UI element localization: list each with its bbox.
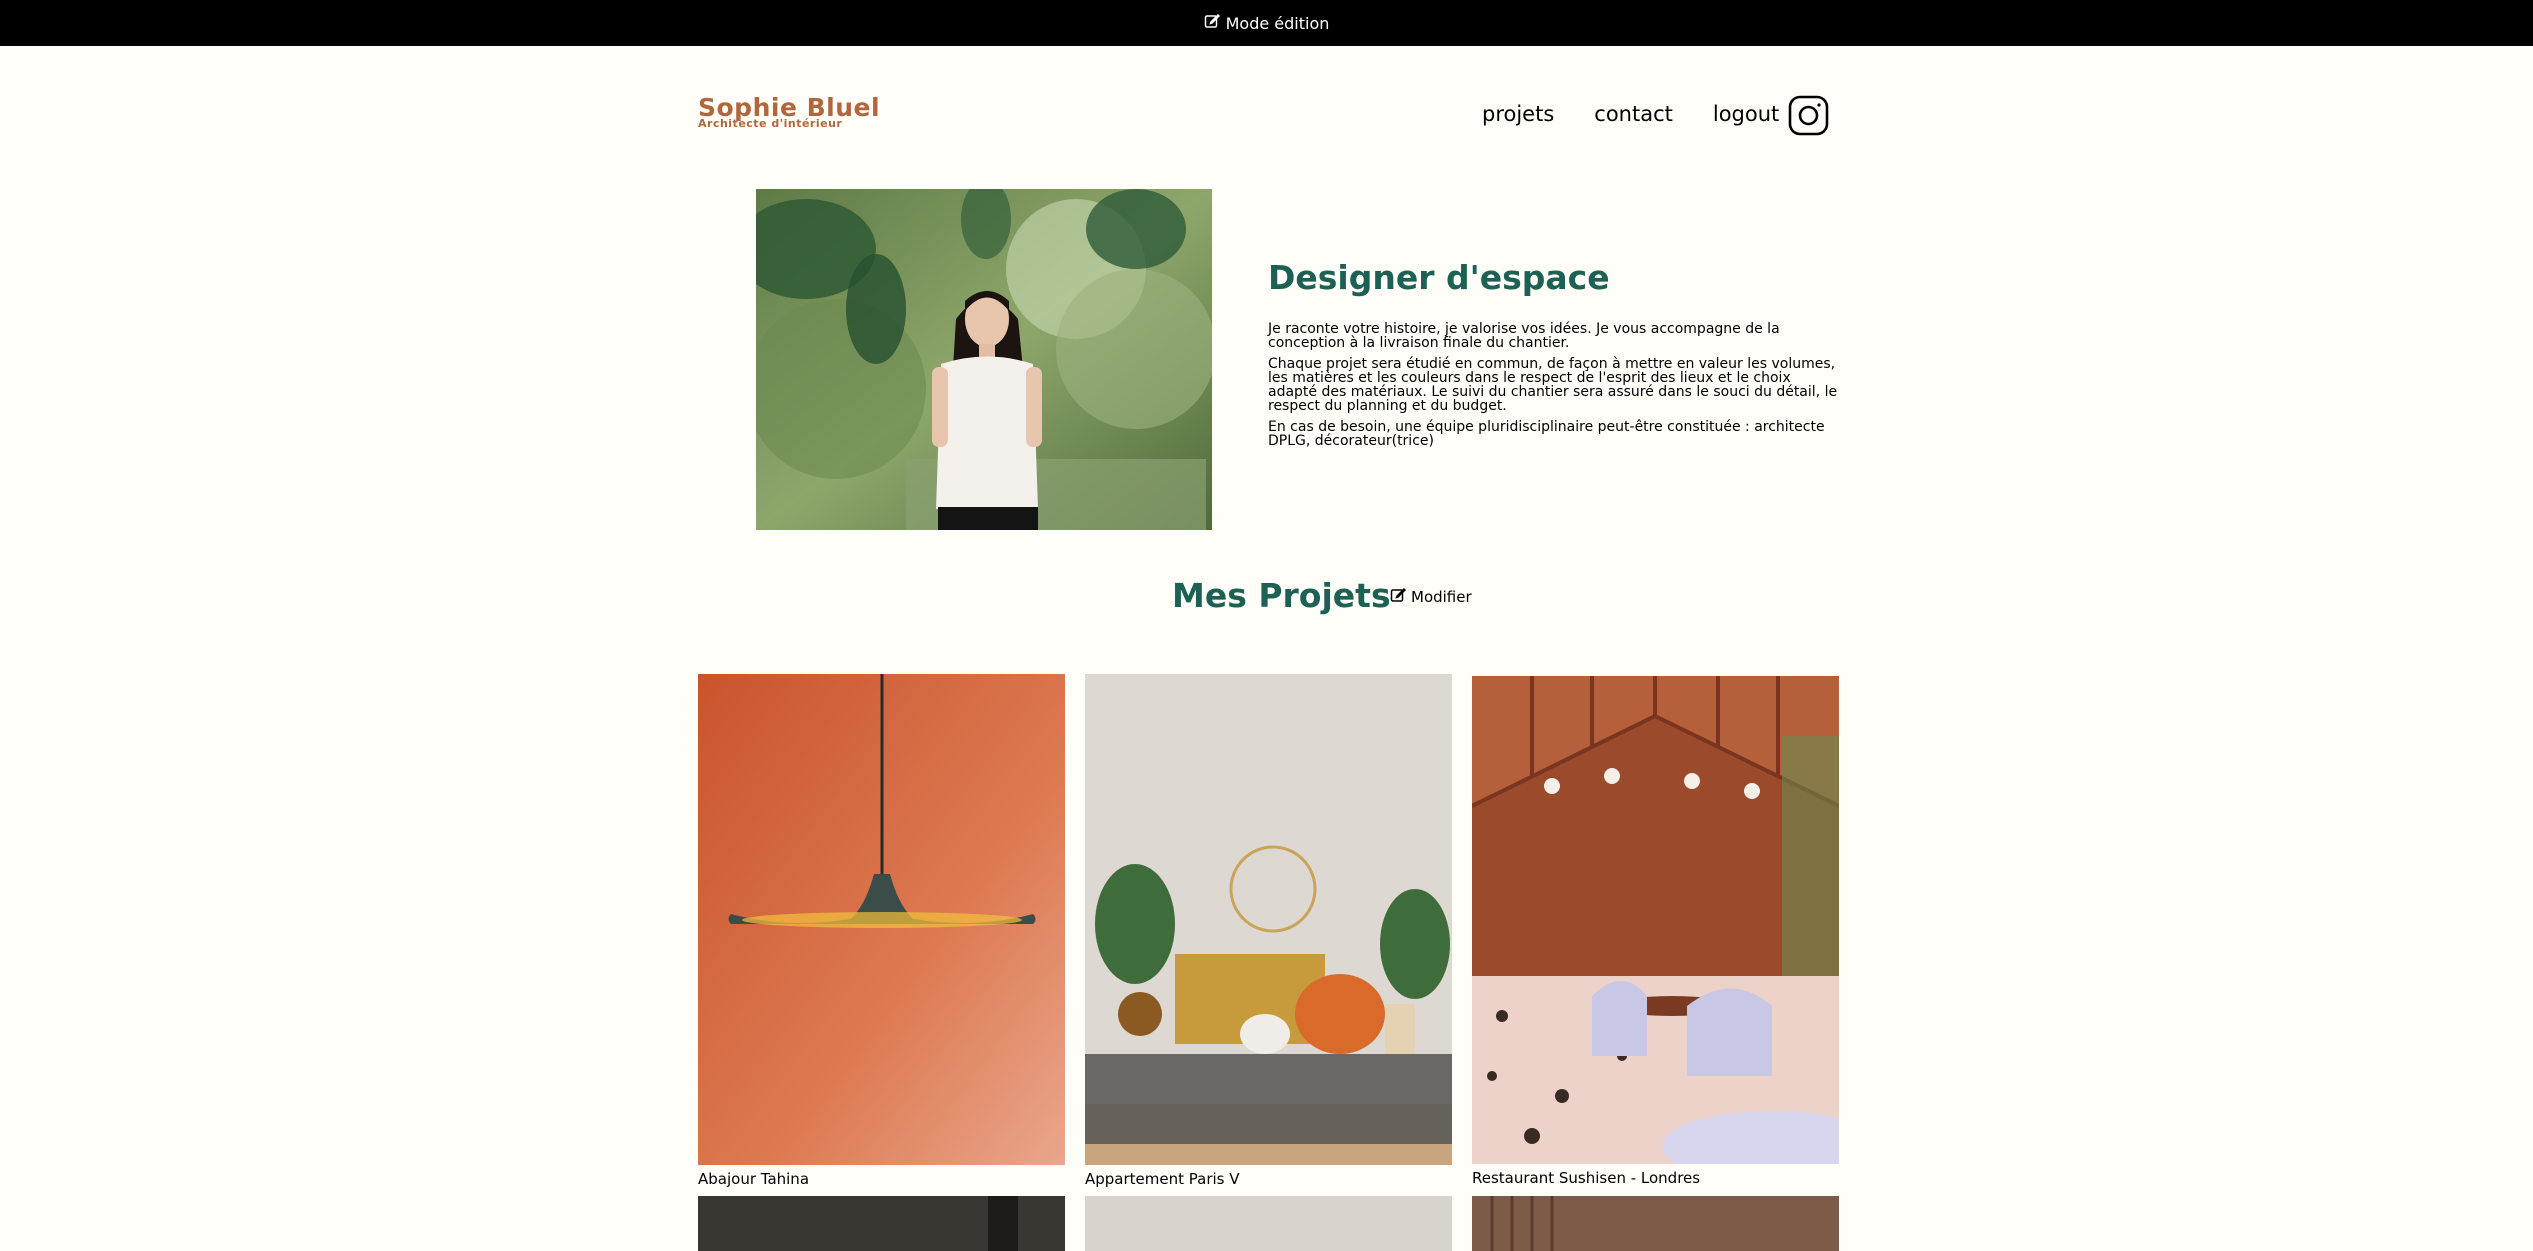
intro-text: Je raconte votre histoire, je valorise v… (1268, 322, 1840, 455)
main-nav: projets contact logout (1482, 102, 1779, 126)
project-image (698, 674, 1065, 1165)
project-caption: Restaurant Sushisen - Londres (1472, 1169, 1701, 1187)
project-caption: Abajour Tahina (698, 1170, 810, 1188)
modify-button[interactable]: Modifier (1390, 587, 1472, 607)
projects-title: Mes Projets (1172, 576, 1391, 615)
gallery-item-partial[interactable] (1472, 1196, 1839, 1251)
intro-paragraph: En cas de besoin, une équipe pluridiscip… (1268, 419, 1825, 449)
intro-title: Designer d'espace (1268, 258, 1610, 297)
project-image (1085, 674, 1452, 1165)
logo-subtitle: Architecte d'intérieur (698, 117, 843, 130)
intro-paragraph: Chaque projet sera étudié en commun, de … (1268, 356, 1838, 414)
edit-icon (1204, 13, 1220, 33)
nav-link-logout[interactable]: logout (1713, 102, 1779, 126)
gallery-item[interactable]: Appartement Paris V (1085, 674, 1452, 1188)
intro-paragraph: Je raconte votre histoire, je valorise v… (1268, 321, 1780, 351)
nav-link-contact[interactable]: contact (1594, 102, 1673, 126)
gallery-item-partial[interactable] (1085, 1196, 1452, 1251)
project-caption: Appartement Paris V (1085, 1170, 1240, 1188)
edit-icon (1390, 587, 1407, 607)
nav-link-projets[interactable]: projets (1482, 102, 1554, 126)
gallery-item[interactable]: Restaurant Sushisen - Londres (1472, 676, 1839, 1187)
gallery-item-partial[interactable] (698, 1196, 1065, 1251)
edit-mode-bar: Mode édition (0, 0, 2533, 46)
gallery-item[interactable]: Abajour Tahina (698, 674, 1065, 1188)
project-image (1472, 676, 1839, 1164)
modify-label: Modifier (1411, 588, 1472, 606)
profile-photo (756, 189, 1212, 530)
edit-mode-label: Mode édition (1225, 13, 1330, 33)
instagram-icon[interactable] (1788, 95, 1829, 136)
